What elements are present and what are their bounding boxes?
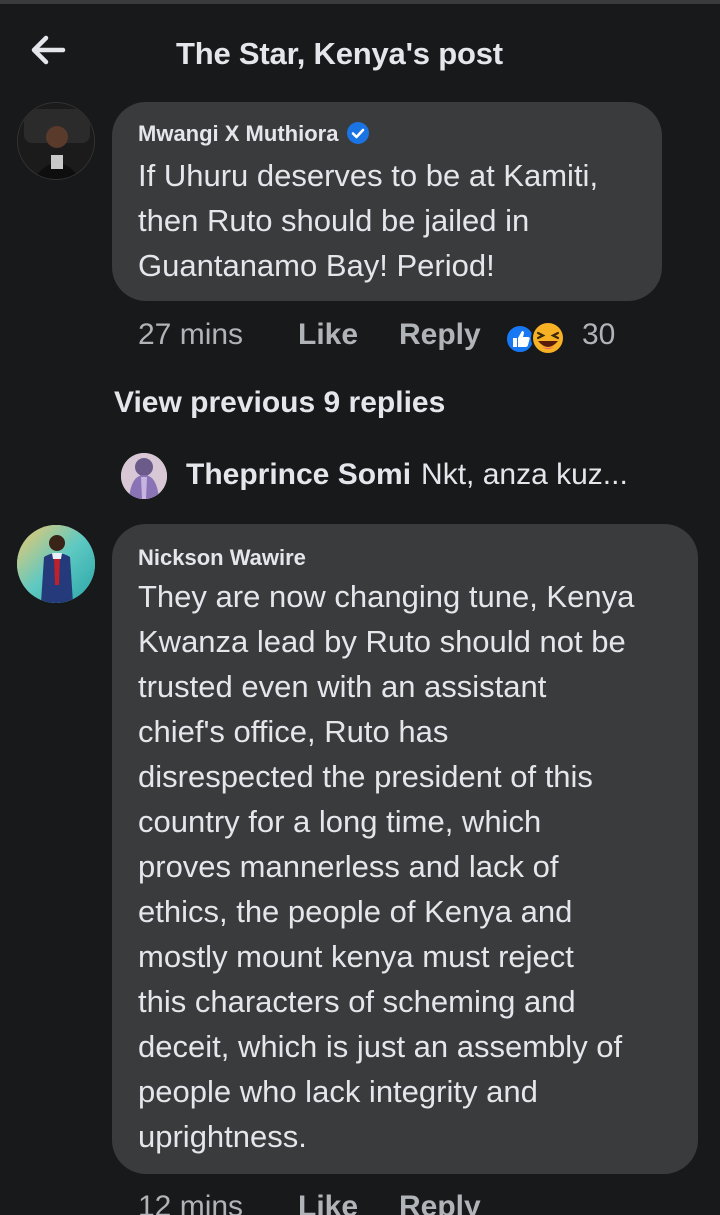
reactions-summary[interactable] [504,320,570,356]
reply-button[interactable]: Reply [399,1190,481,1215]
avatar-nickson[interactable] [17,525,95,603]
reply-button[interactable]: Reply [399,318,481,352]
comment-author[interactable]: Mwangi X Muthiora [138,121,370,147]
comment-text: If Uhuru deserves to be at Kamiti, then … [138,158,599,283]
comment-text: They are now changing tune, Kenya Kwanza… [138,579,635,1154]
profile-photo [18,103,94,179]
view-previous-replies-link[interactable]: View previous 9 replies [114,386,445,420]
comment-actions: 12 mins Like Reply [138,1190,538,1215]
comment-actions: 27 mins Like Reply 30 [138,318,658,358]
like-button[interactable]: Like [298,1190,358,1215]
reaction-count: 30 [582,318,616,351]
page-title: The Star, Kenya's post [176,36,503,71]
reply-author[interactable]: Theprince Somi [186,458,411,491]
comment-author[interactable]: Nickson Wawire [138,545,306,571]
verified-badge-icon [347,122,370,144]
comment-bubble: Mwangi X Muthiora If Uhuru deserves to b… [112,102,662,301]
like-reaction-icon [505,324,535,354]
latest-reply-preview[interactable]: Theprince Somi Nkt, anza kuz... [186,458,628,492]
profile-photo [121,453,167,499]
reply-snippet: Nkt, anza kuz... [421,458,628,491]
comment-timestamp: 27 mins [138,318,244,351]
haha-reaction-icon [531,321,565,355]
like-button[interactable]: Like [298,318,358,352]
avatar-theprince[interactable] [121,453,167,499]
profile-photo [17,525,95,603]
back-arrow-icon [31,35,66,65]
post-header: The Star, Kenya's post [0,4,720,96]
comment-timestamp: 12 mins [138,1190,244,1215]
comment-bubble: Nickson Wawire They are now changing tun… [112,524,698,1174]
back-button[interactable] [26,28,70,72]
avatar-mwangi[interactable] [17,102,95,180]
